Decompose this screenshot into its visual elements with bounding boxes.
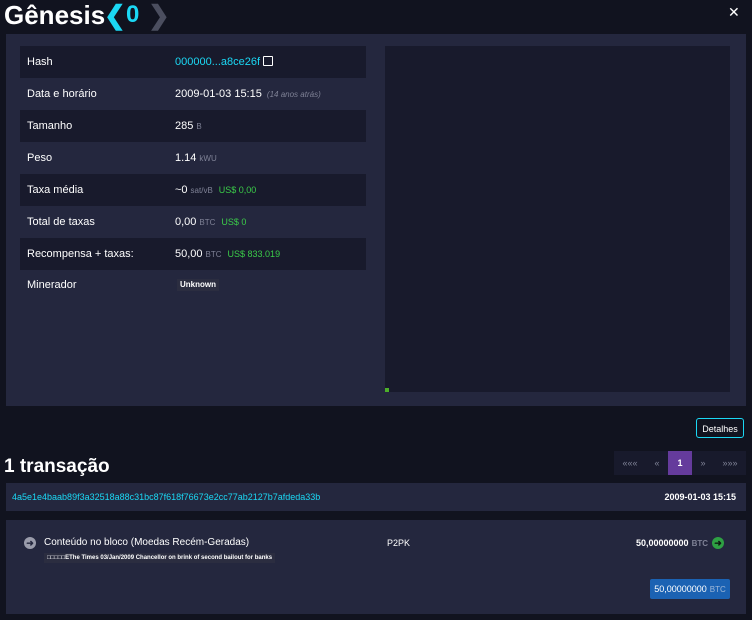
detail-row-total-fees: Total de taxas 0,00 BTC US$ 0	[20, 206, 366, 238]
total-amount-unit: BTC	[709, 585, 726, 594]
detail-value: 1.14 kWU	[175, 142, 217, 175]
page-1-button[interactable]: 1	[668, 451, 692, 475]
arrow-right-green-circle-icon[interactable]: ➜	[712, 537, 724, 549]
total-amount-value: 50,00000000	[654, 584, 707, 594]
detail-row-avg-fee: Taxa média ~0 sat/vB US$ 0,00	[20, 174, 366, 206]
coinbase-message: □□□□□EThe Times 03/Jan/2009 Chancellor o…	[44, 553, 276, 563]
avg-fee-value: ~0	[175, 184, 188, 196]
previous-page-button[interactable]: «	[646, 451, 668, 475]
transaction-time: 2009-01-03 15:15	[664, 492, 736, 502]
weight-value: 1.14	[175, 152, 197, 164]
avg-fee-unit: sat/vB	[190, 186, 213, 195]
detail-row-size: Tamanho 285 B	[20, 110, 366, 142]
block-hash-link[interactable]: 000000...a8ce26f	[175, 56, 260, 68]
close-icon[interactable]: ✕	[728, 5, 740, 19]
total-fees-value: 0,00	[175, 216, 197, 228]
previous-block-chevron-icon[interactable]: ❮	[104, 2, 126, 28]
txid-link[interactable]: 4a5e1e4baab89f3a32518a88c31bc87f618f7667…	[12, 483, 320, 511]
transaction-header: 4a5e1e4baab89f3a32518a88c31bc87f618f7667…	[6, 483, 746, 511]
detail-row-timestamp: Data e horário 2009-01-03 15:15 (14 anos…	[20, 78, 366, 110]
reward-usd: US$ 833.019	[227, 249, 281, 259]
detail-label: Hash	[27, 56, 53, 68]
output-amount-unit: BTC	[691, 539, 709, 548]
timestamp-value: 2009-01-03 15:15	[175, 88, 262, 100]
transaction-square[interactable]	[385, 388, 389, 392]
transaction-body	[6, 520, 746, 614]
page-title: Gênesis	[4, 0, 106, 30]
transactions-heading: 1 transação	[4, 456, 110, 477]
total-amount-badge: 50,00000000 BTC	[650, 579, 730, 599]
copy-icon[interactable]	[263, 56, 274, 67]
detail-value: Unknown	[175, 270, 219, 300]
output-script-type: P2PK	[387, 538, 411, 548]
detail-row-weight: Peso 1.14 kWU	[20, 142, 366, 174]
reward-unit: BTC	[205, 250, 222, 259]
next-block-chevron-icon: ❯	[148, 0, 170, 30]
last-page-button[interactable]: »»»	[714, 451, 746, 475]
detail-label: Minerador	[27, 279, 77, 291]
detail-label: Peso	[27, 152, 53, 164]
block-height-link[interactable]: 0	[126, 2, 139, 28]
avg-fee-usd: US$ 0,00	[218, 185, 257, 195]
detail-label: Tamanho	[27, 120, 73, 132]
detail-row-reward: Recompensa + taxas: 50,00 BTC US$ 833.019	[20, 238, 366, 270]
detail-value: 285 B	[175, 110, 202, 143]
next-page-button[interactable]: »	[692, 451, 714, 475]
output-amount: 50,00000000 BTC	[636, 537, 708, 550]
total-fees-unit: BTC	[199, 218, 216, 227]
size-unit: B	[196, 122, 202, 131]
arrow-right-circle-icon[interactable]: ➜	[24, 537, 36, 549]
miner-badge: Unknown	[177, 279, 219, 292]
reward-value: 50,00	[175, 248, 203, 260]
first-page-button[interactable]: «««	[614, 451, 646, 475]
relative-time-note: (14 anos atrás)	[266, 90, 321, 99]
detail-value: 000000...a8ce26f	[175, 46, 274, 78]
details-button[interactable]: Detalhes	[696, 418, 744, 438]
size-value: 285	[175, 120, 194, 132]
detail-label: Total de taxas	[27, 216, 95, 228]
detail-value: 2009-01-03 15:15 (14 anos atrás)	[175, 78, 321, 111]
detail-row-miner: Minerador Unknown	[20, 270, 366, 302]
output-amount-value: 50,00000000	[636, 538, 689, 548]
detail-value: ~0 sat/vB US$ 0,00	[175, 174, 256, 207]
input-title: Conteúdo no bloco (Moedas Recém-Geradas)	[44, 537, 250, 548]
total-fees-usd: US$ 0	[221, 217, 247, 227]
weight-unit: kWU	[199, 154, 217, 163]
detail-value: 50,00 BTC US$ 833.019	[175, 238, 280, 271]
detail-label: Taxa média	[27, 184, 84, 196]
detail-value: 0,00 BTC US$ 0	[175, 206, 246, 239]
detail-label: Recompensa + taxas:	[27, 248, 134, 260]
detail-row-hash: Hash 000000...a8ce26f	[20, 46, 366, 78]
detail-label: Data e horário	[27, 88, 97, 100]
block-visualization	[385, 46, 730, 392]
